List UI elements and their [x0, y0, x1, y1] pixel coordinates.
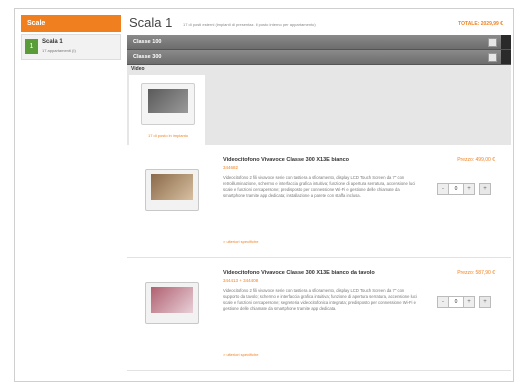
- video-caption: 17 di posto in impianto: [147, 133, 189, 138]
- videophone-screen: [151, 287, 193, 313]
- video-category-card[interactable]: 17 di posto in impianto: [129, 75, 205, 145]
- monitor-image: [141, 83, 195, 125]
- sidebar-item-scala-1[interactable]: 1 Scala 1 17 appartamenti (I): [21, 34, 121, 60]
- category-label: Classe 300: [133, 54, 162, 60]
- sidebar: Scale 1 Scala 1 17 appartamenti (I): [21, 15, 121, 60]
- bar-end-cap: [501, 35, 511, 49]
- category-label: Classe 100: [133, 39, 162, 45]
- videophone-screen: [151, 174, 193, 200]
- quantity-stepper: - 0 + +: [437, 183, 491, 195]
- toggle-icon[interactable]: [488, 53, 497, 62]
- product-item: Videocitofono Vivavoce Classe 300 X13E b…: [127, 145, 511, 258]
- product-code: 344413 + 344408: [223, 278, 259, 283]
- video-section-label: Video: [131, 66, 145, 72]
- sidebar-header: Scale: [21, 15, 121, 32]
- add-to-cart-button[interactable]: +: [479, 183, 491, 195]
- quantity-stepper: - 0 + +: [437, 296, 491, 308]
- product-description: Videocitofono 2 fili vivavoce serie con …: [223, 288, 417, 311]
- product-image: [141, 165, 201, 217]
- qty-increment-button[interactable]: +: [463, 296, 475, 308]
- category-bar-classe-300[interactable]: Classe 300: [127, 50, 511, 65]
- qty-decrement-button[interactable]: -: [437, 296, 449, 308]
- product-details-link[interactable]: > ulteriori specifiche: [223, 239, 258, 244]
- videophone-image: [145, 282, 199, 324]
- product-details-link[interactable]: > ulteriori specifiche: [223, 352, 258, 357]
- total-price: TOTALE: 2029,99 €: [458, 21, 503, 27]
- category-bar-classe-100[interactable]: Classe 100: [127, 35, 511, 50]
- add-to-cart-button[interactable]: +: [479, 296, 491, 308]
- product-item: Videocitofono Vivavoce Classe 300 X13E b…: [127, 258, 511, 371]
- product-code: 344682: [223, 165, 239, 170]
- monitor-screen: [148, 89, 188, 113]
- product-price: Prezzo: 587,90 €: [457, 270, 495, 276]
- product-description: Videocitofono 2 fili vivavoce serie con …: [223, 175, 416, 198]
- product-title: Videocitofono Vivavoce Classe 300 X13E b…: [223, 270, 375, 276]
- page-title: Scala 1: [129, 15, 173, 30]
- scala-number-badge: 1: [25, 39, 38, 54]
- sidebar-item-title: Scala 1: [42, 39, 63, 45]
- qty-input[interactable]: 0: [449, 183, 463, 195]
- product-price: Prezzo: 499,00 €: [457, 157, 495, 163]
- app-frame: Scale 1 Scala 1 17 appartamenti (I) Scal…: [14, 8, 514, 382]
- qty-increment-button[interactable]: +: [463, 183, 475, 195]
- qty-input[interactable]: 0: [449, 296, 463, 308]
- main-content: Scala 1 17 di posti esterni (impianti di…: [127, 13, 511, 371]
- bar-end-cap: [501, 50, 511, 64]
- toggle-icon[interactable]: [488, 38, 497, 47]
- qty-decrement-button[interactable]: -: [437, 183, 449, 195]
- sidebar-item-subtitle: 17 appartamenti (I): [42, 48, 76, 53]
- videophone-image: [145, 169, 199, 211]
- page-subtitle: 17 di posti esterni (impianti di present…: [183, 22, 316, 27]
- page-header: Scala 1 17 di posti esterni (impianti di…: [127, 13, 511, 35]
- video-section: Video 17 di posto in impianto: [127, 65, 511, 145]
- product-image: [141, 278, 201, 330]
- product-title: Videocitofono Vivavoce Classe 300 X13E b…: [223, 157, 350, 163]
